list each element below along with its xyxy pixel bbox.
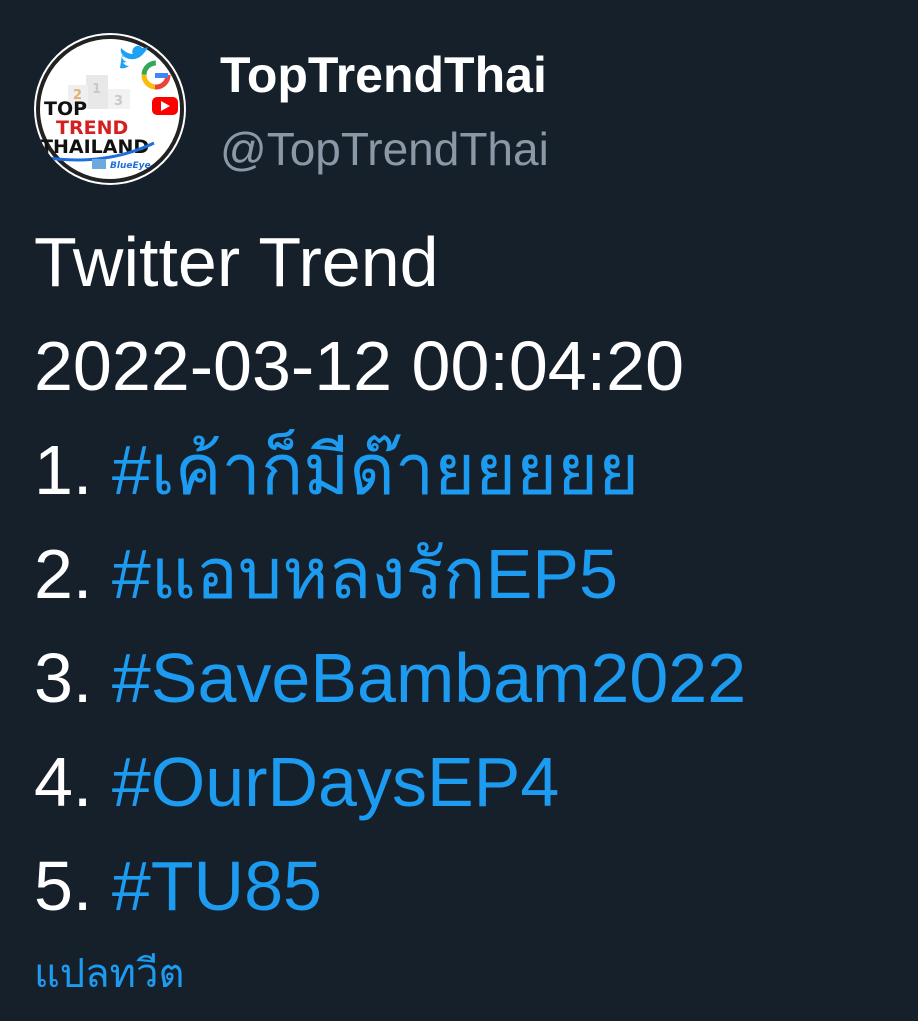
toptrendthailand-logo: 1 2 3 TOP TREND THAILAND BlueEye [36, 35, 184, 183]
tweet-header: 1 2 3 TOP TREND THAILAND BlueEye TopTren… [34, 33, 894, 185]
display-name[interactable]: TopTrendThai [220, 45, 547, 105]
trend-rank: 2. [34, 535, 93, 613]
tweet-timestamp: 2022-03-12 00:04:20 [34, 327, 684, 405]
trend-rank: 5. [34, 847, 93, 925]
trend-hashtag-link[interactable]: #SaveBambam2022 [112, 639, 746, 717]
avatar[interactable]: 1 2 3 TOP TREND THAILAND BlueEye [34, 33, 186, 185]
svg-text:1: 1 [92, 82, 101, 97]
trend-rank: 4. [34, 743, 93, 821]
trend-hashtag-link[interactable]: #TU85 [112, 847, 322, 925]
trend-item: 4. #OurDaysEP4 [34, 730, 904, 834]
trend-hashtag-link[interactable]: #แอบหลงรักEP5 [112, 535, 618, 613]
youtube-icon [152, 97, 178, 115]
trend-item: 2. #แอบหลงรักEP5 [34, 522, 904, 626]
tweet-heading: Twitter Trend [34, 223, 439, 301]
tweet-text: Twitter Trend 2022-03-12 00:04:20 1. #เค… [34, 210, 904, 938]
logo-text-bottom: THAILAND [40, 136, 149, 158]
trend-hashtag-link[interactable]: #OurDaysEP4 [112, 743, 559, 821]
user-handle[interactable]: @TopTrendThai [220, 121, 549, 177]
trend-rank: 1. [34, 431, 93, 509]
trend-rank: 3. [34, 639, 93, 717]
translate-tweet-link[interactable]: แปลทวีต [34, 944, 185, 1004]
svg-text:3: 3 [114, 94, 123, 109]
trend-item: 5. #TU85 [34, 834, 904, 938]
trend-item: 3. #SaveBambam2022 [34, 626, 904, 730]
trend-hashtag-link[interactable]: #เค้าก็มีด๊ายยยยย [112, 431, 639, 509]
logo-tagline: BlueEye [110, 161, 151, 171]
trend-item: 1. #เค้าก็มีด๊ายยยยย [34, 418, 904, 522]
